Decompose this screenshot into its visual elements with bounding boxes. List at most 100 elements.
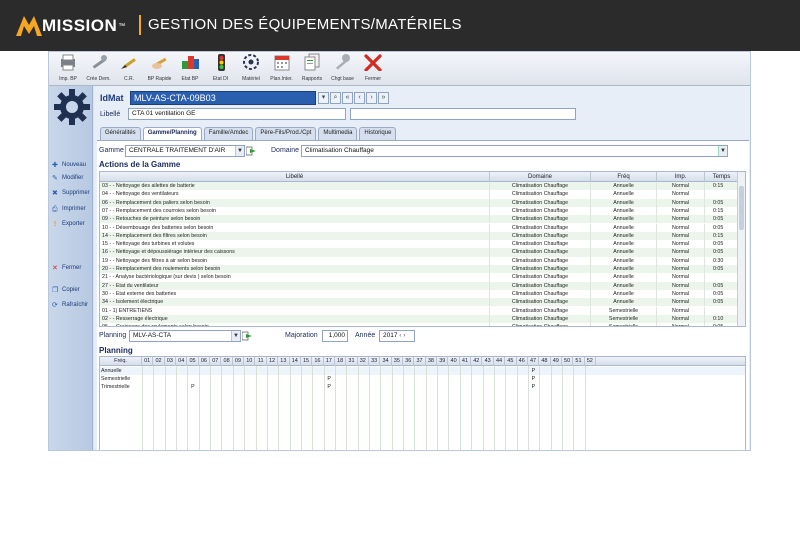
toolbar-button-7[interactable]: Matériel bbox=[236, 53, 266, 85]
table-cell: 0:05 bbox=[705, 281, 739, 290]
table-row[interactable]: 19 - - Nettoyage des filtres à air selon… bbox=[100, 256, 739, 265]
table-row[interactable]: 14 - - Remplacement des filtres selon be… bbox=[100, 231, 739, 241]
column-header-2[interactable]: Domaine bbox=[490, 172, 591, 182]
table-cell: Climatisation Chauffage bbox=[490, 248, 591, 257]
table-cell: Normal bbox=[657, 289, 705, 299]
tab-g-n-ralit-s[interactable]: Généralités bbox=[100, 127, 141, 140]
table-cell: Climatisation Chauffage bbox=[490, 298, 591, 307]
idmat-field[interactable]: MLV-AS-CTA-09B03 bbox=[130, 91, 316, 105]
table-row[interactable]: 03 - - Nettoyage des ailettes de batteri… bbox=[100, 182, 739, 191]
majoration-label: Majoration bbox=[285, 332, 318, 339]
sidebar-item-supprimer[interactable]: ✖ Supprimer bbox=[49, 188, 93, 200]
toolbar-button-3[interactable]: C.R. bbox=[114, 53, 144, 85]
table-row[interactable]: 01 - 1) ENTRETIENS Climatisation Chauffag… bbox=[100, 306, 739, 315]
sidebar-item-copier[interactable]: ❐ Copier bbox=[49, 285, 93, 297]
table-cell: Annuelle bbox=[591, 265, 657, 274]
table-row[interactable]: 16 - - Nettoyage et dépoussiérage intéri… bbox=[100, 248, 739, 257]
sidebar-item-rafrachir[interactable]: ⟳ Rafraîchir bbox=[49, 300, 93, 312]
table-cell: Climatisation Chauffage bbox=[490, 314, 591, 324]
add-arrow-icon[interactable] bbox=[246, 146, 256, 156]
tab-historique[interactable]: Historique bbox=[359, 127, 397, 140]
tab-famille-amdec[interactable]: Famille/Amdec bbox=[203, 127, 254, 140]
table-row[interactable]: 21 - - Analyse bactériologique (sur devi… bbox=[100, 273, 739, 282]
toolbar-button-9[interactable]: Rapports bbox=[297, 53, 327, 85]
table-cell: 05 - - Graissage des roulements selon be… bbox=[100, 323, 490, 326]
majoration-field[interactable]: 1,000 bbox=[322, 330, 348, 342]
add-arrow-icon[interactable] bbox=[242, 331, 252, 341]
toolbar-button-8[interactable]: Plan.Inter. bbox=[267, 53, 297, 85]
sidebar-item-fermer[interactable]: ✕ Fermer bbox=[49, 263, 93, 275]
annee-stepper[interactable]: 2017 ‹ › bbox=[379, 330, 415, 342]
table-cell: 04 - - Nettoyage des ventilateurs bbox=[100, 190, 490, 199]
libelle-secondary-field[interactable] bbox=[350, 108, 576, 120]
table-cell: 15 - - Nettoyage des turbines et volutes bbox=[100, 240, 490, 249]
domaine-select[interactable]: Climatisation Chauffage ▼ bbox=[301, 145, 728, 157]
next-record-icon[interactable]: › bbox=[366, 92, 377, 104]
grid-line bbox=[153, 366, 155, 450]
toolbar-button-6[interactable]: Etat DI bbox=[206, 53, 236, 85]
sidebar-item-nouveau[interactable]: ✚ Nouveau bbox=[49, 160, 93, 172]
grid-line bbox=[380, 366, 382, 450]
table-row[interactable]: 04 - - Nettoyage des ventilateurs Climati… bbox=[100, 190, 739, 199]
table-row[interactable]: 30 - - Etat externe des batteries Climati… bbox=[100, 289, 739, 299]
table-cell: 0:15 bbox=[705, 231, 739, 241]
table-cell: 06 - - Remplacement des paliers selon be… bbox=[100, 198, 490, 207]
grid-line bbox=[289, 366, 291, 450]
table-row[interactable]: 02 - - Resserrage électrique Climatisatio… bbox=[100, 314, 739, 324]
table-cell: 0:05 bbox=[705, 265, 739, 274]
tab-gamme-planning[interactable]: Gamme/Planning bbox=[142, 127, 202, 141]
last-record-icon[interactable]: » bbox=[378, 92, 389, 104]
gamme-select[interactable]: CENTRALE TRAITEMENT D'AIR ▼ bbox=[125, 145, 245, 157]
chevron-down-icon[interactable]: ▼ bbox=[231, 331, 240, 341]
column-header-4[interactable]: Imp. bbox=[657, 172, 705, 182]
page-header: MISSION ™ GESTION DES ÉQUIPEMENTS/MATÉRIE… bbox=[0, 0, 800, 51]
table-cell: Normal bbox=[657, 314, 705, 324]
grid-line bbox=[437, 366, 439, 450]
toolbar-button-11[interactable]: Fermer bbox=[358, 53, 388, 85]
year-back-icon[interactable]: ‹ bbox=[399, 332, 401, 339]
toolbar-button-4[interactable]: BP Rapide bbox=[145, 53, 175, 85]
table-row[interactable]: 20 - - Remplacement des roulements selon… bbox=[100, 265, 739, 274]
actions-scrollbar[interactable] bbox=[737, 172, 745, 326]
toolbar-button-1[interactable]: Imp. BP bbox=[53, 53, 83, 85]
year-forward-icon[interactable]: › bbox=[403, 332, 405, 339]
search-icon[interactable]: ⌕ bbox=[330, 92, 341, 104]
table-row[interactable]: 09 - - Retouches de peinture selon besoi… bbox=[100, 215, 739, 224]
first-record-icon[interactable]: « bbox=[342, 92, 353, 104]
planning-row[interactable]: Trimestrielle P P P bbox=[100, 383, 745, 391]
table-row[interactable]: 34 - - Isolement électrique Climatisation… bbox=[100, 298, 739, 307]
toolbar-button-5[interactable]: Etat BP bbox=[175, 53, 205, 85]
tab-multimedia[interactable]: Multimedia bbox=[318, 127, 358, 140]
table-row[interactable]: 15 - - Nettoyage des turbines et volutes… bbox=[100, 240, 739, 249]
planning-mark: P bbox=[531, 384, 536, 390]
chevron-down-icon[interactable]: ▼ bbox=[718, 146, 727, 156]
chevron-down-icon[interactable]: ▼ bbox=[235, 146, 244, 156]
table-cell: 07 - - Remplacement des courroies selon … bbox=[100, 206, 490, 216]
grid-line bbox=[210, 366, 212, 450]
table-row[interactable]: 07 - - Remplacement des courroies selon … bbox=[100, 206, 739, 216]
table-cell: Climatisation Chauffage bbox=[490, 231, 591, 241]
previous-record-icon[interactable]: ‹ bbox=[354, 92, 365, 104]
toolbar-button-label: Plan.Inter. bbox=[270, 76, 293, 82]
column-header-3[interactable]: Fréq bbox=[591, 172, 657, 182]
column-header-5[interactable]: Temps bbox=[705, 172, 739, 182]
column-header-1[interactable]: Libellé bbox=[100, 172, 490, 182]
tab-p-re-fils-prod-cpt[interactable]: Père-Fils/Prod./Cpt bbox=[255, 127, 317, 140]
week-header-10: 10 bbox=[244, 357, 256, 366]
table-row[interactable]: 27 - - Etat du ventilateur Climatisation … bbox=[100, 281, 739, 290]
table-row[interactable]: 06 - - Remplacement des paliers selon be… bbox=[100, 198, 739, 207]
libelle-field[interactable]: CTA 01 ventilation GE bbox=[128, 108, 346, 120]
table-row[interactable]: 05 - - Graissage des roulements selon be… bbox=[100, 323, 739, 326]
sidebar-item-imprimer[interactable]: ⎙ Imprimer bbox=[49, 204, 93, 216]
sidebar-item-modifier[interactable]: ✎ Modifier bbox=[49, 173, 93, 185]
planning-select[interactable]: MLV-AS-CTA ▼ bbox=[129, 330, 241, 342]
sidebar-item-exporter[interactable]: ⇪ Exporter bbox=[49, 219, 93, 231]
table-row[interactable]: 10 - - Désembouage des batteries selon b… bbox=[100, 223, 739, 232]
planning-row[interactable]: Annuelle P bbox=[100, 367, 745, 375]
toolbar-button-2[interactable]: Crée Dem. bbox=[84, 53, 114, 85]
toolbar-button-10[interactable]: Chgt base bbox=[328, 53, 358, 85]
dropdown-arrow-icon[interactable]: ▾ bbox=[318, 92, 329, 104]
week-header-41: 41 bbox=[460, 357, 472, 366]
planning-row[interactable]: Semestrielle P P bbox=[100, 375, 745, 383]
scrollbar-thumb[interactable] bbox=[739, 186, 744, 230]
